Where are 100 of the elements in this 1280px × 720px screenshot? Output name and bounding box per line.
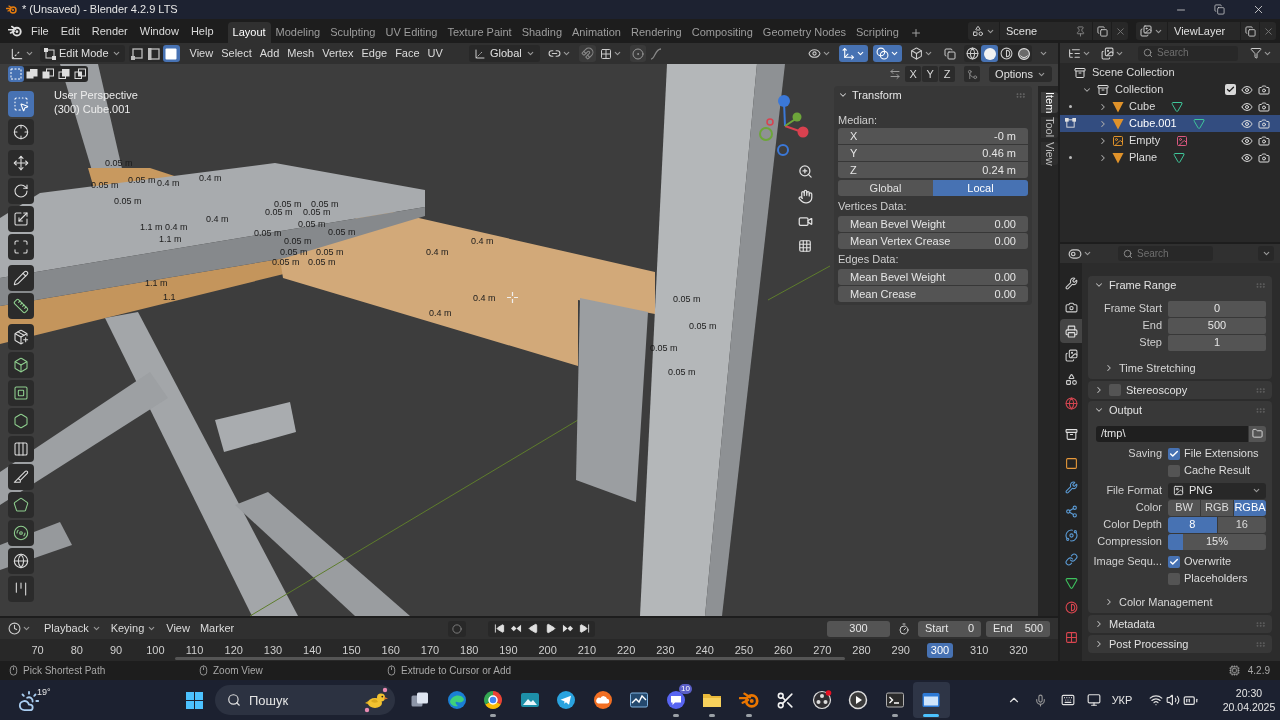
mirror-axis-button[interactable]: X xyxy=(905,66,922,82)
tool-button[interactable] xyxy=(8,492,34,518)
timeline-scrollbar[interactable] xyxy=(175,657,845,660)
menu-item[interactable]: Window xyxy=(133,21,185,41)
chevron-right-icon[interactable] xyxy=(1098,152,1108,163)
camera-icon[interactable] xyxy=(1258,134,1270,147)
workspace-tab[interactable]: Animation xyxy=(567,22,626,43)
sidebar-tab[interactable]: Tool xyxy=(1041,117,1058,138)
checkbox[interactable] xyxy=(1168,464,1180,477)
current-frame-field[interactable]: 300 xyxy=(827,620,890,637)
menu-item[interactable]: Select xyxy=(217,45,256,62)
eye-icon[interactable] xyxy=(1241,151,1253,164)
number-field[interactable]: Mean Bevel Weight 0.00 xyxy=(838,216,1028,232)
eye-icon[interactable] xyxy=(1241,83,1253,96)
option-toggle[interactable]: RGBA xyxy=(1234,499,1266,516)
proportional-button[interactable] xyxy=(629,45,646,62)
select-mode-button[interactable] xyxy=(162,45,180,62)
number-field[interactable]: 500 xyxy=(1168,317,1266,334)
tool-button[interactable] xyxy=(8,408,34,434)
menu-item[interactable]: UV xyxy=(423,45,447,62)
menu-item[interactable]: Edit xyxy=(54,21,86,41)
tool-button[interactable] xyxy=(8,91,34,117)
stopwatch-button[interactable] xyxy=(896,620,912,637)
taskbar-app-button[interactable]: 10 xyxy=(657,682,694,718)
tree-item[interactable]: Scene Collection xyxy=(1092,67,1175,78)
tool-button[interactable] xyxy=(8,464,34,490)
copy-scene-button[interactable] xyxy=(1093,22,1111,40)
workspace-tab[interactable]: Shading xyxy=(516,22,568,43)
mode-dropdown[interactable]: Edit Mode xyxy=(40,45,125,62)
menu-item[interactable]: View xyxy=(185,45,218,62)
selection-mode-button[interactable] xyxy=(56,66,72,82)
workspace-tab[interactable]: Compositing xyxy=(686,22,758,43)
weather-widget[interactable]: 19° xyxy=(0,680,180,720)
outliner-row[interactable]: Empty xyxy=(1060,132,1280,149)
tool-button[interactable] xyxy=(8,234,34,260)
taskbar-search-field[interactable]: Пошук xyxy=(215,685,395,715)
workspace-tab[interactable]: Sculpting xyxy=(325,22,381,43)
space-toggle[interactable]: Local xyxy=(933,180,1028,196)
camera-icon[interactable] xyxy=(1258,100,1270,113)
workspace-tab[interactable]: Scripting xyxy=(851,22,904,43)
subpanel-title[interactable]: Color Management xyxy=(1119,596,1213,608)
menu-item[interactable]: Marker xyxy=(194,620,240,637)
menu-item[interactable]: Keying xyxy=(105,620,162,637)
tool-button[interactable] xyxy=(8,293,34,319)
chevron-down-icon[interactable] xyxy=(1094,280,1104,290)
path-field[interactable]: /tmp\ xyxy=(1096,425,1248,442)
menu-item[interactable]: Playback xyxy=(39,620,106,637)
number-field[interactable]: Mean Crease 0.00 xyxy=(838,286,1028,302)
menu-item[interactable]: Add xyxy=(255,45,284,62)
snap-button[interactable] xyxy=(578,45,596,62)
workspace-tab[interactable]: Modeling xyxy=(270,22,326,43)
clock-button[interactable]: 20:30 20.04.2025 xyxy=(1220,683,1278,717)
material-shading-button[interactable] xyxy=(998,45,1015,62)
workspace-tab[interactable]: UV Editing xyxy=(380,22,443,43)
tool-button[interactable] xyxy=(8,119,34,145)
start-frame-field[interactable]: Start 0 xyxy=(918,620,981,637)
tool-button[interactable] xyxy=(8,352,34,378)
language-indicator[interactable]: УКР xyxy=(1108,685,1136,715)
panel-title[interactable]: Stereoscopy xyxy=(1126,384,1188,396)
tree-item[interactable]: Collection xyxy=(1115,84,1164,95)
chevron-right-icon[interactable] xyxy=(1104,363,1114,373)
properties-tab[interactable] xyxy=(1060,319,1082,343)
number-field[interactable]: 1 xyxy=(1168,334,1266,351)
menu-item[interactable]: Vertex xyxy=(318,45,358,62)
number-field[interactable]: 0 xyxy=(1168,300,1266,317)
option-toggle[interactable]: 16 xyxy=(1217,516,1266,533)
workspace-tab[interactable]: Rendering xyxy=(625,22,687,43)
camera-icon[interactable] xyxy=(1258,83,1270,96)
view-layer-type-button[interactable] xyxy=(1136,22,1167,40)
menu-item[interactable]: Face xyxy=(391,45,424,62)
tool-button[interactable] xyxy=(8,178,34,204)
panel-title[interactable]: Post Processing xyxy=(1109,638,1189,650)
menu-item[interactable]: Mesh xyxy=(283,45,319,62)
file-format-dropdown[interactable]: PNG xyxy=(1168,482,1266,499)
checkbox-label[interactable]: Overwrite xyxy=(1184,556,1232,567)
rendered-shading-button[interactable] xyxy=(1015,45,1032,62)
menu-item[interactable]: Edge xyxy=(357,45,392,62)
number-field[interactable]: Mean Vertex Crease 0.00 xyxy=(838,233,1028,249)
overlay-button[interactable] xyxy=(873,45,902,62)
eye-icon[interactable] xyxy=(1241,134,1253,147)
panel-title[interactable]: Metadata xyxy=(1109,618,1155,630)
subpanel-title[interactable]: Time Stretching xyxy=(1119,362,1196,374)
chevron-right-icon[interactable] xyxy=(1094,385,1104,395)
checkbox[interactable] xyxy=(1225,84,1236,95)
browse-folder-button[interactable] xyxy=(1249,425,1266,442)
orientation-dropdown[interactable]: Global xyxy=(468,45,540,62)
sidebar-tab[interactable]: Item xyxy=(1041,92,1058,114)
chevron-right-icon[interactable] xyxy=(1098,101,1108,112)
camera-icon[interactable] xyxy=(1258,151,1270,164)
checkbox[interactable] xyxy=(1168,555,1180,568)
coordinate-field[interactable]: X -0 m xyxy=(838,128,1028,144)
workspace-tab[interactable]: Texture Paint xyxy=(442,22,517,43)
option-toggle[interactable]: BW xyxy=(1168,499,1200,516)
select-mode-button[interactable] xyxy=(145,45,163,62)
chevron-right-icon[interactable] xyxy=(1098,118,1108,129)
tool-button[interactable] xyxy=(8,576,34,602)
solid-shading-button[interactable] xyxy=(981,45,998,62)
tool-button[interactable] xyxy=(8,206,34,232)
panel-title[interactable]: Output xyxy=(1109,404,1143,416)
xray-button[interactable] xyxy=(941,45,959,62)
